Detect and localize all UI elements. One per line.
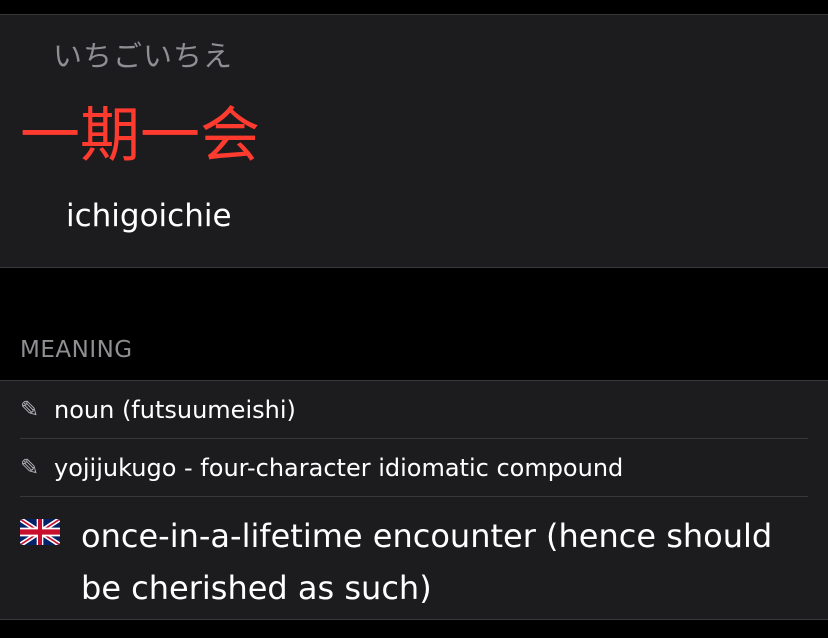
- gloss-row: once-in-a-lifetime encounter (hence shou…: [20, 498, 808, 620]
- part-of-speech-row: ✎ yojijukugo - four-character idiomatic …: [20, 439, 808, 497]
- pencil-icon: ✎: [20, 454, 40, 481]
- meaning-card: ✎ noun (futsuumeishi) ✎ yojijukugo - fou…: [0, 380, 828, 620]
- meaning-section-header: MEANING: [20, 337, 133, 363]
- kana-reading: いちごいちえ: [53, 39, 234, 73]
- kanji-headword: 一期一会: [20, 101, 260, 171]
- pencil-icon: ✎: [20, 396, 40, 423]
- english-gloss: once-in-a-lifetime encounter (hence shou…: [81, 517, 773, 607]
- uk-flag-icon: [20, 519, 60, 545]
- part-of-speech-text: yojijukugo - four-character idiomatic co…: [54, 453, 624, 482]
- part-of-speech-text: noun (futsuumeishi): [54, 395, 296, 424]
- part-of-speech-row: ✎ noun (futsuumeishi): [20, 381, 808, 439]
- entry-header-card: いちごいちえ 一期一会 ichigoichie: [0, 14, 828, 268]
- romaji-reading: ichigoichie: [66, 198, 232, 234]
